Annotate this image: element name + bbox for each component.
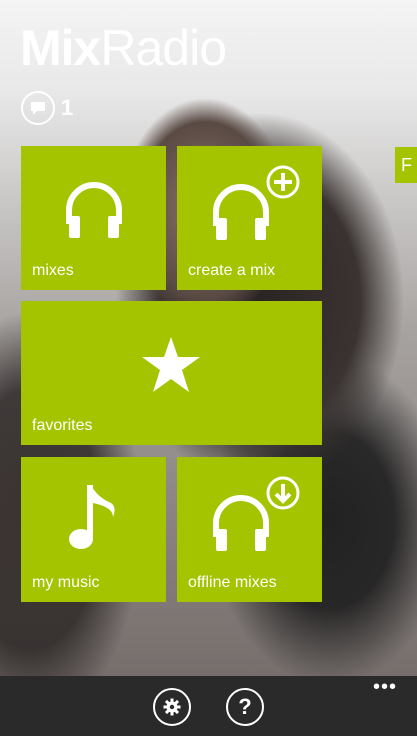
settings-button[interactable] <box>153 688 191 726</box>
help-button[interactable]: ? <box>226 688 264 726</box>
gear-icon <box>163 698 181 716</box>
tile-mixes[interactable]: mixes <box>21 146 166 290</box>
tile-label: my music <box>32 574 100 591</box>
side-panel-tab[interactable]: F <box>395 147 417 183</box>
tile-my-music[interactable]: my music <box>21 457 166 602</box>
tile-label: create a mix <box>188 262 276 279</box>
star-icon <box>142 337 200 392</box>
tile-label: favorites <box>32 417 93 434</box>
notification-count: 1 <box>61 95 74 120</box>
app-bar <box>0 676 417 736</box>
tile-label: mixes <box>32 262 74 279</box>
notifications-button[interactable]: 1 <box>21 91 73 125</box>
headphones-plus-icon <box>213 165 300 240</box>
tile-offline-mixes[interactable]: offline mixes <box>177 457 322 602</box>
tile-label: offline mixes <box>188 574 277 591</box>
tile-create-a-mix[interactable]: create a mix <box>177 146 322 290</box>
music-note-icon <box>69 485 115 549</box>
logo-mix: Mix <box>20 20 101 76</box>
tile-favorites[interactable]: favorites <box>21 301 322 445</box>
headphones-download-icon <box>213 476 300 551</box>
more-options-button[interactable]: ••• <box>373 677 397 697</box>
headphones-icon <box>66 182 122 238</box>
logo-radio: Radio <box>100 20 227 76</box>
app-logo: MixRadio <box>20 20 227 76</box>
speech-bubble-icon <box>21 91 55 125</box>
